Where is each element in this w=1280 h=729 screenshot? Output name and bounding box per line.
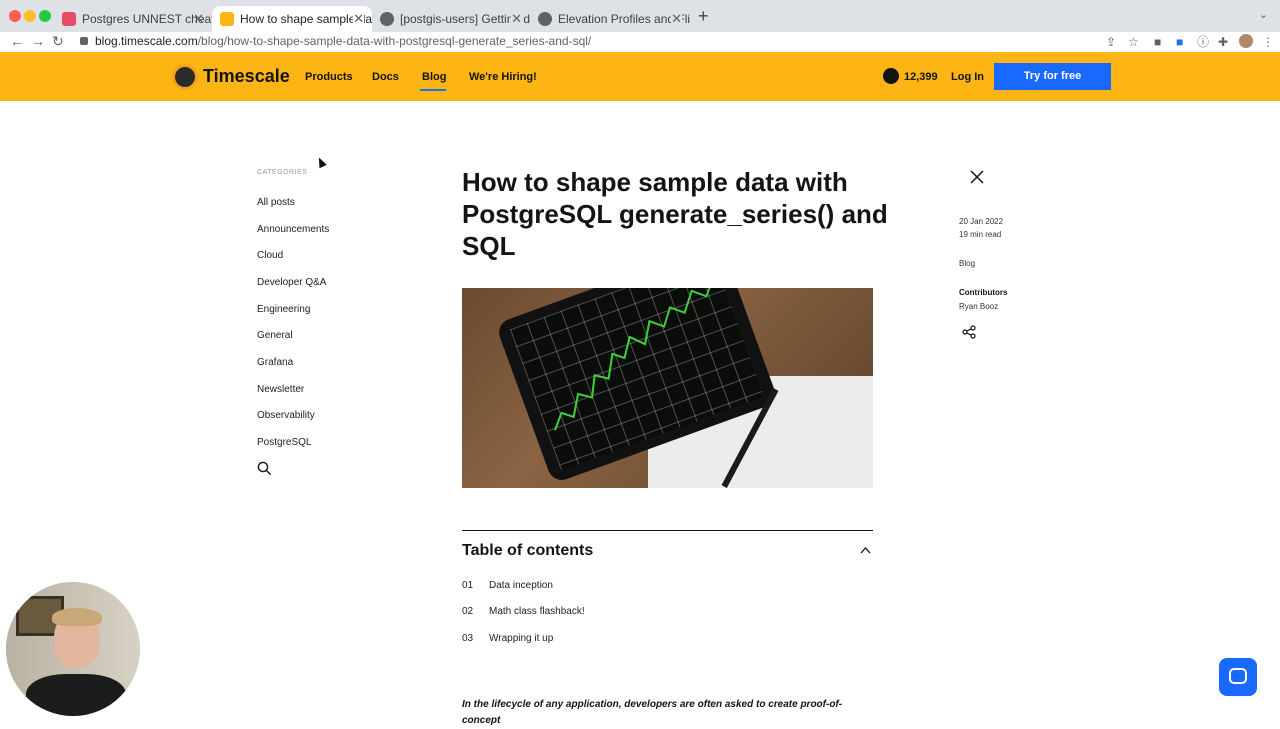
browser-tab-4[interactable]: Elevation Profiles and Flightlin ✕	[530, 6, 690, 32]
timescale-tiger-logo-icon[interactable]	[172, 64, 198, 90]
chat-widget-button[interactable]	[1219, 658, 1257, 696]
toc-item-link[interactable]: Wrapping it up	[489, 633, 553, 644]
category-link[interactable]: Grafana	[257, 357, 293, 368]
webcam-presenter-hair	[52, 608, 102, 626]
address-bar: ← → ↻ blog.timescale.com/blog/how-to-sha…	[0, 32, 1280, 52]
brand-name[interactable]: Timescale	[203, 66, 290, 87]
webcam-presenter-shirt	[26, 674, 126, 716]
presenter-webcam-overlay	[6, 582, 140, 716]
lock-icon	[80, 37, 88, 45]
mouse-cursor-icon	[315, 155, 327, 169]
contributors-label: Contributors	[959, 288, 1008, 297]
category-link[interactable]: General	[257, 330, 293, 341]
close-tab-icon[interactable]: ✕	[511, 6, 522, 32]
maximize-window-button[interactable]	[39, 10, 51, 22]
contributor-name[interactable]: Ryan Booz	[959, 302, 998, 311]
github-star-count[interactable]: 12,399	[904, 71, 938, 83]
close-tab-icon[interactable]: ✕	[671, 6, 682, 32]
category-link[interactable]: Engineering	[257, 304, 310, 315]
read-time: 19 min read	[959, 230, 1002, 239]
toc-title[interactable]: Table of contents	[462, 542, 593, 560]
toc-divider	[462, 530, 873, 531]
publish-date: 20 Jan 2022	[959, 217, 1004, 226]
reload-icon[interactable]: ↻	[52, 33, 64, 49]
post-category-link[interactable]: Blog	[959, 259, 975, 268]
globe-icon	[380, 12, 394, 26]
categories-heading: CATEGORIES	[257, 169, 308, 176]
search-icon[interactable]	[257, 461, 272, 476]
category-link[interactable]: Announcements	[257, 224, 329, 235]
url-field[interactable]: blog.timescale.com/blog/how-to-shape-sam…	[95, 34, 591, 48]
close-tab-icon[interactable]: ✕	[353, 6, 364, 32]
browser-tab-bar: Postgres UNNEST cheat sheet ✕ How to sha…	[0, 0, 1280, 32]
forward-arrow-icon[interactable]: →	[31, 33, 45, 49]
toc-item-number: 01	[462, 580, 474, 591]
tab-favicon-icon	[220, 12, 234, 26]
github-icon[interactable]	[883, 68, 899, 84]
zoom-extension-icon[interactable]: ■	[1176, 34, 1183, 50]
chevron-up-icon[interactable]	[860, 546, 871, 554]
toc-item-link[interactable]: Math class flashback!	[489, 606, 585, 617]
login-link[interactable]: Log In	[951, 71, 984, 83]
active-nav-indicator	[420, 89, 446, 91]
share-icon[interactable]	[962, 325, 976, 339]
toc-item-number: 03	[462, 633, 474, 644]
nav-docs[interactable]: Docs	[372, 71, 399, 83]
nav-hiring[interactable]: We're Hiring!	[469, 71, 537, 83]
hero-image-tablet-chart	[462, 288, 873, 488]
article-intro-paragraph: In the lifecycle of any application, dev…	[462, 699, 843, 726]
browser-tab-3[interactable]: [postgis-users] Getting data fr ✕	[372, 6, 530, 32]
category-link[interactable]: Cloud	[257, 250, 283, 261]
article-title: How to shape sample data with PostgreSQL…	[462, 167, 888, 261]
tab-search-chevron-icon[interactable]: ⌄	[1259, 8, 1268, 21]
globe-icon	[538, 12, 552, 26]
category-link[interactable]: PostgreSQL	[257, 437, 311, 448]
browser-tab-1[interactable]: Postgres UNNEST cheat sheet ✕	[54, 6, 212, 32]
close-window-button[interactable]	[9, 10, 21, 22]
nav-blog[interactable]: Blog	[422, 71, 446, 83]
url-host: blog.timescale.com	[95, 34, 198, 48]
browser-menu-icon[interactable]: ⋮	[1262, 34, 1274, 50]
category-link[interactable]: Newsletter	[257, 384, 304, 395]
toc-item-number: 02	[462, 606, 474, 617]
url-path: /blog/how-to-shape-sample-data-with-post…	[197, 34, 592, 48]
close-icon[interactable]	[969, 169, 985, 185]
chat-bubble-icon	[1229, 668, 1247, 684]
close-tab-icon[interactable]: ✕	[193, 6, 204, 32]
minimize-window-button[interactable]	[24, 10, 36, 22]
browser-tab-2[interactable]: How to shape sample data wit ✕	[212, 6, 372, 32]
toc-item-link[interactable]: Data inception	[489, 580, 553, 591]
category-link[interactable]: Observability	[257, 410, 315, 421]
extensions-puzzle-icon[interactable]: ✚	[1218, 34, 1228, 50]
tab-favicon-icon	[62, 12, 76, 26]
profile-avatar-icon[interactable]	[1239, 34, 1253, 48]
try-for-free-button[interactable]: Try for free	[994, 63, 1111, 90]
back-arrow-icon[interactable]: ←	[10, 33, 24, 49]
camera-extension-icon[interactable]: ■	[1154, 34, 1161, 50]
share-page-icon[interactable]: ⇪	[1106, 34, 1116, 50]
info-extension-icon[interactable]: ⓘ	[1197, 34, 1209, 50]
category-link[interactable]: All posts	[257, 197, 295, 208]
bookmark-star-icon[interactable]: ☆	[1128, 34, 1139, 50]
category-link[interactable]: Developer Q&A	[257, 277, 326, 288]
new-tab-button[interactable]: +	[698, 6, 709, 26]
nav-products[interactable]: Products	[305, 71, 353, 83]
